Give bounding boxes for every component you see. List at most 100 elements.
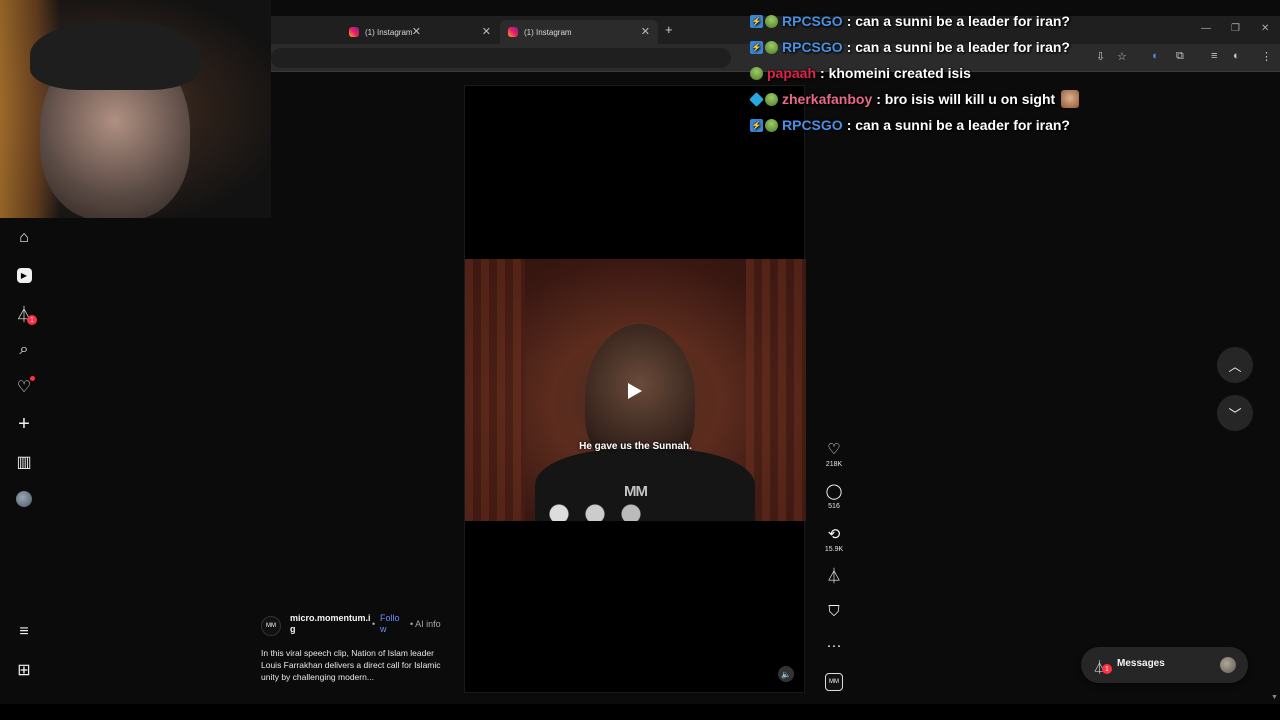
dashboard-icon[interactable]: ▥ [14, 452, 34, 472]
profile-avatar[interactable] [14, 489, 34, 509]
create-icon[interactable]: + [14, 413, 34, 435]
globe-badge-icon [765, 92, 778, 106]
comment-icon: ◯ [825, 483, 843, 500]
taskbar-strip [0, 704, 1280, 720]
chat-username: zherkafanboy [782, 91, 873, 107]
audio-avatar: MM [825, 673, 843, 691]
comment-count: 516 [828, 503, 840, 510]
instagram-icon [508, 27, 518, 37]
badge-icon: ⚡ [750, 40, 763, 54]
close-icon[interactable]: ✕ [482, 25, 491, 38]
avatar [1220, 657, 1236, 673]
chat-message: papaah : khomeini created isis [750, 60, 1170, 86]
chat-message: ⚡ RPCSGO : can a sunni be a leader for i… [750, 112, 1170, 138]
audio-button[interactable]: MM [820, 673, 848, 691]
stream-chat: ⚡ RPCSGO : can a sunni be a leader for i… [749, 8, 1170, 138]
chat-message: ⚡ RPCSGO : can a sunni be a leader for i… [750, 8, 1170, 34]
reel-caption[interactable]: In this viral speech clip, Nation of Isl… [261, 647, 441, 683]
chat-text: : can a sunni be a leader for iran? [846, 39, 1070, 55]
previous-reel-button[interactable]: ︿ [1217, 347, 1253, 383]
tab-title: (1) Instagram [524, 27, 572, 37]
comment-button[interactable]: ◯ 516 [820, 483, 848, 510]
menu-icon[interactable]: ⋮ [1261, 50, 1272, 63]
chat-text: : khomeini created isis [820, 65, 971, 81]
ai-info-link[interactable]: • AI info [410, 619, 441, 629]
share-button[interactable]: ⏃ [820, 568, 848, 586]
instagram-icon [349, 27, 359, 37]
tab-instagram-1[interactable]: (1) Instagram ✕ [341, 20, 499, 44]
next-reel-button[interactable]: ﹀ [1217, 395, 1253, 431]
notification-dot [30, 376, 35, 381]
chat-username: RPCSGO [782, 39, 843, 55]
save-button[interactable]: ⛉ [820, 603, 848, 621]
chat-message: ⚡ RPCSGO : can a sunni be a leader for i… [750, 34, 1170, 60]
repost-count: 15.9K [824, 546, 844, 553]
follow-button[interactable]: Follow [380, 613, 404, 635]
profile-icon[interactable]: ◐ [1233, 50, 1240, 62]
messages-badge: 1 [1102, 664, 1112, 674]
direct-icon[interactable]: ⏃ 1 [14, 303, 37, 325]
chevron-down-icon: ﹀ [1228, 406, 1242, 422]
globe-badge-icon [765, 14, 778, 28]
author-avatar[interactable]: MM [261, 616, 281, 636]
webcam-hat [30, 20, 200, 90]
apps-icon[interactable]: ⊞ [14, 660, 34, 680]
heart-icon: ♡ [827, 441, 841, 458]
media-icon[interactable]: ≡ [1211, 50, 1217, 62]
send-icon: ⏃ [826, 568, 842, 585]
play-icon[interactable] [628, 383, 642, 399]
chat-message: zherkafanboy : bro isis will kill u on s… [749, 86, 1170, 112]
extensions-icon[interactable]: ⧉ [1176, 50, 1184, 63]
more-icon: ··· [826, 637, 842, 654]
chevron-up-icon: ︿ [1228, 358, 1242, 374]
reel-player[interactable]: He gave us the Sunnah. MM 🔈 [464, 85, 806, 693]
repost-button[interactable]: ⟲ 15.9K [820, 526, 848, 553]
globe-badge-icon [765, 40, 778, 54]
like-button[interactable]: ♡ 218K [820, 441, 848, 468]
streamer-webcam [0, 0, 271, 218]
more-options-button[interactable]: ··· [820, 637, 848, 655]
repost-icon: ⟲ [827, 526, 841, 543]
chat-text: : can a sunni be a leader for iran? [846, 117, 1070, 133]
bookmark-icon: ⛉ [828, 603, 840, 620]
microphones [535, 499, 655, 521]
messages-button[interactable]: ⏃ 1 Messages [1081, 647, 1248, 683]
close-icon[interactable]: ✕ [641, 25, 650, 38]
notification-badge: 1 [27, 315, 37, 325]
minimize-icon[interactable]: — [1201, 23, 1211, 34]
cube-badge-icon [749, 91, 764, 107]
restore-icon[interactable]: ❐ [1231, 23, 1240, 34]
video-watermark: MM [624, 483, 648, 500]
chat-username: papaah [767, 65, 817, 81]
close-icon[interactable]: ✕ [1261, 23, 1269, 34]
ai-info-label: AI info [415, 619, 441, 629]
chat-text: : bro isis will kill u on sight [876, 91, 1056, 107]
curtain-left [465, 259, 525, 521]
badge-icon: ⚡ [750, 118, 763, 132]
like-count: 218K [825, 461, 843, 468]
tab-instagram-2[interactable]: (1) Instagram ✕ [500, 20, 658, 44]
more-menu-icon[interactable]: ≡ [14, 622, 34, 642]
notifications-icon[interactable]: ♡ [14, 376, 35, 397]
curtain-right [746, 259, 806, 521]
chat-username: RPCSGO [782, 117, 843, 133]
search-icon[interactable]: ⌕ [14, 340, 34, 360]
badge-icon: ⚡ [750, 14, 763, 28]
plus-icon[interactable]: + [665, 22, 673, 37]
author-name[interactable]: micro.momentum.ig [290, 613, 372, 635]
home-icon[interactable]: ⌂ [14, 228, 34, 248]
globe-badge-icon [765, 118, 778, 132]
globe-badge-icon [750, 66, 763, 80]
mute-icon[interactable]: 🔈 [778, 666, 794, 682]
video-frame[interactable]: He gave us the Sunnah. MM [465, 259, 806, 521]
chat-text: : can a sunni be a leader for iran? [846, 13, 1070, 29]
scroll-down-icon[interactable]: ▼ [1271, 694, 1278, 701]
messages-label: Messages [1117, 658, 1165, 669]
address-bar[interactable] [271, 48, 731, 68]
video-subtitle: He gave us the Sunnah. [579, 441, 692, 452]
avatar [16, 491, 32, 507]
chat-username: RPCSGO [782, 13, 843, 29]
reels-icon[interactable]: ▶ [14, 265, 34, 285]
emote-icon [1061, 90, 1080, 108]
separator: • [372, 619, 376, 629]
